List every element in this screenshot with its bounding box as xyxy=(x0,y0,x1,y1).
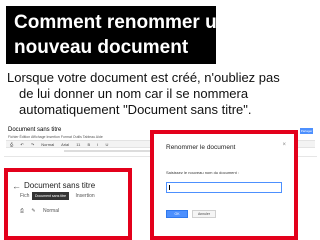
share-button[interactable]: Partager xyxy=(300,128,313,134)
slide-title-line-1: Comment renommer un xyxy=(14,12,229,33)
menu-insertion[interactable]: Insertion xyxy=(75,193,94,199)
cancel-button[interactable]: Annuler xyxy=(192,210,216,218)
dialog-title: Renommer le document xyxy=(166,144,236,151)
document-title[interactable]: Document sans titre xyxy=(24,181,95,190)
style-select[interactable]: Normal xyxy=(43,208,59,214)
slide-title: Comment renommer un nouveau document xyxy=(6,6,229,64)
underline-icon[interactable]: U xyxy=(106,142,109,147)
print-icon[interactable]: ⎙ xyxy=(10,142,13,147)
title-tooltip: Document sans titre xyxy=(32,192,70,200)
bold-icon[interactable]: B xyxy=(88,142,91,147)
menu-fichier[interactable]: Fich xyxy=(20,193,29,199)
intro-line-2: de lui donner un nom car il se nommera xyxy=(19,86,249,101)
arrow-left-icon[interactable]: ← xyxy=(12,182,21,191)
left-highlight-frame: ← Document sans titre Fich Insertion Docu… xyxy=(4,168,132,240)
slide-title-line-2: nouveau document xyxy=(14,37,189,58)
redo-icon[interactable]: ↷ xyxy=(31,142,34,147)
intro-line-1: Lorsque votre document est créé, n'oubli… xyxy=(7,70,280,85)
paint-format-icon[interactable]: ✎ xyxy=(31,208,35,214)
intro-text: Lorsque votre document est créé, n'oubli… xyxy=(7,70,317,118)
right-highlight-frame: Renommer le document × Saisissez le nouv… xyxy=(150,130,298,240)
docs-menu-bar[interactable]: Fichier Édition Affichage Insertion Form… xyxy=(8,135,103,139)
intro-line-3: automatiquement "Document sans titre". xyxy=(19,102,252,117)
docs-doc-title[interactable]: Document sans titre xyxy=(8,127,61,133)
left-toolbar: ⎙ ✎ Normal xyxy=(20,208,65,214)
style-select[interactable]: Normal xyxy=(41,142,54,147)
font-size-select[interactable]: 11 xyxy=(76,142,80,147)
print-icon[interactable]: ⎙ xyxy=(20,208,24,214)
close-icon[interactable]: × xyxy=(282,142,286,148)
dialog-label: Saisissez le nouveau nom du document : xyxy=(166,170,239,175)
font-select[interactable]: Arial xyxy=(61,142,69,147)
italic-icon[interactable]: I xyxy=(97,142,98,147)
left-crop: ← Document sans titre Fich Insertion Docu… xyxy=(8,172,128,236)
text-caret xyxy=(169,185,170,190)
undo-icon[interactable]: ↶ xyxy=(20,142,23,147)
new-name-input[interactable] xyxy=(166,182,282,193)
rename-dialog: Renommer le document × Saisissez le nouv… xyxy=(154,134,294,236)
ok-button[interactable]: OK xyxy=(166,210,188,218)
